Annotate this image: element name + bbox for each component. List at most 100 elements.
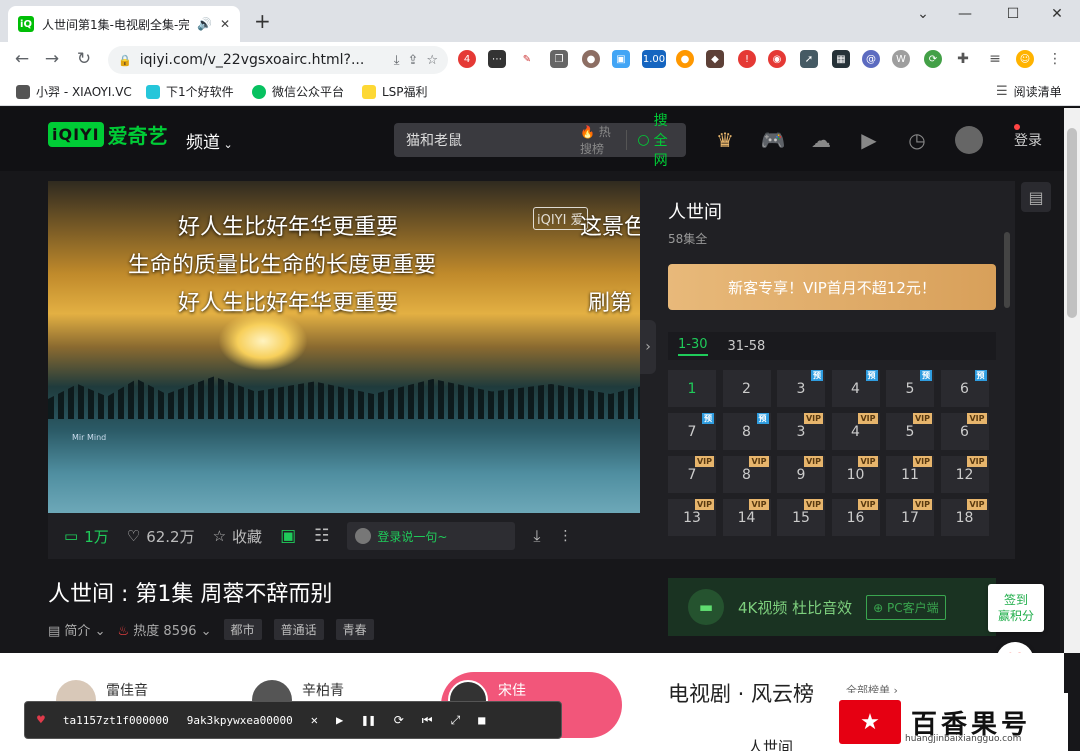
user-avatar[interactable]: [955, 126, 983, 154]
hot-search-link[interactable]: 🔥 热搜榜: [580, 123, 626, 157]
tab-close-icon[interactable]: ✕: [220, 17, 230, 31]
search-button[interactable]: ○ 搜全网: [626, 113, 686, 169]
episode-button[interactable]: 8 VIP: [722, 456, 771, 493]
download-icon[interactable]: ⤓: [533, 526, 540, 546]
episode-button[interactable]: 11 VIP: [886, 456, 934, 493]
minimize-button[interactable]: —: [950, 6, 980, 22]
episode-button[interactable]: 5 VIP: [886, 413, 934, 450]
close-window-button[interactable]: ✕: [1042, 6, 1072, 22]
episode-button[interactable]: 7 VIP: [668, 456, 716, 493]
extension-record-icon[interactable]: ◉: [768, 50, 786, 68]
skip-back-icon[interactable]: ⏮: [422, 713, 433, 728]
extension-sync-icon[interactable]: ⟳: [924, 50, 942, 68]
episode-button[interactable]: 4 VIP: [831, 413, 880, 450]
extension-w-icon[interactable]: W: [892, 50, 910, 68]
extension-opera-icon[interactable]: 4: [458, 50, 476, 68]
favorite-button[interactable]: ☆ 收藏: [213, 526, 262, 547]
extension-copy-icon[interactable]: ❐: [550, 50, 568, 68]
channel-menu[interactable]: 频道 ⌄: [186, 128, 233, 153]
pc-client-button[interactable]: ⊕ PC客户端: [866, 594, 946, 620]
extensions-puzzle-icon[interactable]: ✚: [954, 50, 972, 68]
chevron-right-icon[interactable]: ›: [640, 320, 656, 374]
episode-button[interactable]: 1: [668, 370, 716, 407]
close-icon[interactable]: ✕: [311, 713, 318, 727]
episode-button[interactable]: 12 VIP: [940, 456, 989, 493]
pause-icon[interactable]: ❚❚: [361, 713, 375, 727]
url-text[interactable]: iqiyi.com/v_22vgsxoairc.html?...: [140, 52, 386, 68]
episode-button[interactable]: 5预: [886, 370, 934, 407]
episode-button[interactable]: 14 VIP: [722, 499, 771, 536]
tab-range-1-30[interactable]: 1-30: [678, 337, 708, 356]
extension-monkey-icon[interactable]: ●: [676, 50, 694, 68]
tab-search-icon[interactable]: ⌄: [908, 6, 938, 22]
episode-button[interactable]: 4预: [831, 370, 880, 407]
reload-icon[interactable]: ↻: [72, 49, 96, 69]
episode-button[interactable]: 16 VIP: [831, 499, 880, 536]
genre-tag[interactable]: 青春: [335, 619, 374, 640]
danmaku-settings-icon[interactable]: ☷: [314, 526, 329, 546]
extension-alert-icon[interactable]: !: [738, 50, 756, 68]
forward-icon[interactable]: →: [40, 49, 64, 69]
browser-tab[interactable]: iQ 人世间第1集-电视剧全集-完 🔊 ✕: [8, 6, 240, 42]
profile-avatar[interactable]: ☺: [1016, 50, 1034, 68]
bookmark-software[interactable]: 下1个好软件: [146, 83, 234, 100]
extension-bird-icon[interactable]: ◆: [706, 50, 724, 68]
genre-tag[interactable]: 都市: [223, 619, 262, 640]
vip-crown-icon[interactable]: ♛: [712, 128, 738, 152]
extension-pen-icon[interactable]: ✎: [518, 50, 536, 68]
bookmark-wechat[interactable]: 微信公众平台: [252, 83, 344, 100]
reading-list[interactable]: ☰ 阅读清单: [996, 83, 1062, 100]
share-icon[interactable]: ⇪: [407, 53, 418, 68]
heart-icon[interactable]: ♥: [37, 713, 45, 728]
episode-button[interactable]: 15 VIP: [777, 499, 825, 536]
side-panel-icon[interactable]: ▤: [1021, 182, 1051, 212]
episode-button[interactable]: 7预: [668, 413, 716, 450]
extension-price-icon[interactable]: 1.00: [642, 50, 666, 68]
vip-promo-banner[interactable]: 新客专享！VIP首月不超12元！: [668, 264, 996, 310]
new-tab-button[interactable]: +: [254, 11, 271, 31]
camera-icon[interactable]: ■: [478, 713, 485, 727]
search-input[interactable]: [394, 132, 580, 148]
comment-input[interactable]: 登录说一句~: [347, 522, 516, 550]
scrollbar-thumb[interactable]: [1067, 128, 1077, 318]
extension-arrow-icon[interactable]: ➚: [800, 50, 818, 68]
upload-cloud-icon[interactable]: ☁: [808, 128, 834, 152]
video-player[interactable]: 好人生比好年华更重要 生命的质量比生命的长度更重要 好人生比好年华更重要 iQI…: [48, 181, 640, 513]
checkin-button[interactable]: 签到 赢积分: [988, 584, 1044, 632]
play-icon[interactable]: ▶: [336, 713, 343, 727]
ranking-item[interactable]: 人世间: [748, 736, 793, 751]
episode-button[interactable]: 17 VIP: [886, 499, 934, 536]
episode-button[interactable]: 9 VIP: [777, 456, 825, 493]
extension-image-icon[interactable]: ▣: [612, 50, 630, 68]
address-bar[interactable]: 🔒 iqiyi.com/v_22vgsxoairc.html?... ⤓ ⇪ ☆: [108, 46, 448, 74]
extension-dots-icon[interactable]: ⋯: [488, 50, 506, 68]
history-clock-icon[interactable]: ◷: [904, 128, 930, 152]
login-link[interactable]: 登录: [1014, 130, 1042, 150]
pc-client-banner[interactable]: ▬ 4K视频 杜比音效 ⊕ PC客户端: [668, 578, 996, 636]
comments-button[interactable]: ▭ 1万: [64, 526, 109, 547]
maximize-button[interactable]: ☐: [998, 6, 1028, 22]
extension-cookie-icon[interactable]: ●: [582, 50, 600, 68]
episode-button[interactable]: 8预: [722, 413, 771, 450]
episode-button[interactable]: 13 VIP: [668, 499, 716, 536]
bookmark-xiaoyi[interactable]: 小羿 - XIAOYI.VC: [16, 83, 132, 100]
back-icon[interactable]: ←: [10, 49, 34, 69]
iqiyi-logo[interactable]: iQIYI 爱奇艺: [48, 120, 168, 149]
intro-toggle[interactable]: ▤ 简介 ⌄: [48, 620, 105, 639]
more-options-icon[interactable]: ⋮: [558, 528, 572, 544]
episode-button[interactable]: 6 VIP: [940, 413, 989, 450]
audio-icon[interactable]: 🔊: [197, 17, 212, 31]
chrome-menu-icon[interactable]: ⋮: [1046, 50, 1064, 68]
media-control-icon[interactable]: ≡: [986, 50, 1004, 68]
bookmark-star-icon[interactable]: ☆: [426, 53, 438, 68]
episode-button[interactable]: 18 VIP: [940, 499, 989, 536]
like-button[interactable]: ♡ 62.2万: [127, 526, 195, 547]
episode-button[interactable]: 2: [722, 370, 771, 407]
episode-button[interactable]: 10 VIP: [831, 456, 880, 493]
game-icon[interactable]: 🎮: [760, 128, 786, 152]
extension-grid-icon[interactable]: ▦: [832, 50, 850, 68]
bookmark-lsp[interactable]: LSP福利: [362, 83, 428, 100]
panel-scrollbar[interactable]: [1004, 232, 1010, 308]
danmaku-toggle-icon[interactable]: ▣: [280, 526, 296, 546]
genre-tag[interactable]: 普通话: [273, 619, 324, 640]
